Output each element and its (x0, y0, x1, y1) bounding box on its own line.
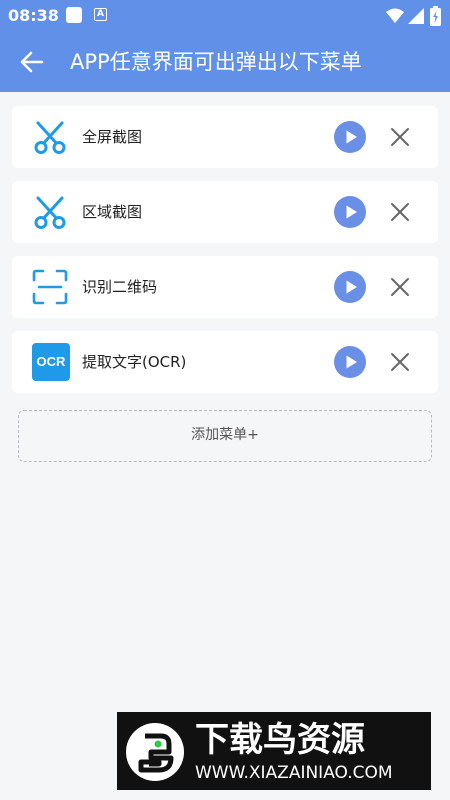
play-icon (346, 130, 357, 144)
play-button[interactable] (334, 271, 366, 303)
play-button[interactable] (334, 121, 366, 153)
scan-qr-icon (32, 269, 68, 305)
watermark-banner: 下载鸟资源 WWW.XIAZAINIAO.COM (117, 712, 431, 790)
battery-icon (430, 6, 441, 26)
menu-item-label: 全屏截图 (82, 128, 143, 146)
menu-item-scan-qr[interactable]: 识别二维码 (12, 256, 438, 318)
menu-item-region-screenshot[interactable]: 区域截图 (12, 181, 438, 243)
menu-item-label: 提取文字(OCR) (82, 353, 187, 371)
status-bar: 08:38 A (0, 0, 450, 32)
a-icon: A (94, 8, 107, 21)
watermark-url: WWW.XIAZAINIAO.COM (195, 763, 393, 783)
menu-item-label: 识别二维码 (82, 278, 158, 296)
play-icon (346, 205, 357, 219)
status-time: 08:38 (8, 6, 59, 25)
signal-icon (408, 8, 424, 24)
menu-item-fullscreen-screenshot[interactable]: 全屏截图 (12, 106, 438, 168)
close-icon[interactable] (388, 275, 412, 299)
watermark-title: 下载鸟资源 (195, 720, 365, 760)
add-menu-button[interactable]: 添加菜单+ (18, 410, 432, 462)
scissors-icon (34, 196, 66, 229)
menu-item-label: 区域截图 (82, 203, 143, 221)
play-button[interactable] (334, 196, 366, 228)
scissors-icon (34, 121, 66, 154)
play-icon (346, 280, 357, 294)
close-icon[interactable] (388, 200, 412, 224)
square-icon (66, 7, 82, 23)
play-icon (346, 355, 357, 369)
page-title: APP任意界面可出弹出以下菜单 (70, 50, 362, 74)
app-bar: APP任意界面可出弹出以下菜单 (0, 32, 450, 92)
ocr-icon: OCR (32, 343, 70, 381)
wifi-icon (386, 8, 404, 23)
arrow-left-icon[interactable] (18, 48, 46, 76)
close-icon[interactable] (388, 125, 412, 149)
play-button[interactable] (334, 346, 366, 378)
menu-item-ocr[interactable]: OCR 提取文字(OCR) (12, 331, 438, 393)
close-icon[interactable] (388, 350, 412, 374)
bird-logo-icon (126, 723, 184, 781)
